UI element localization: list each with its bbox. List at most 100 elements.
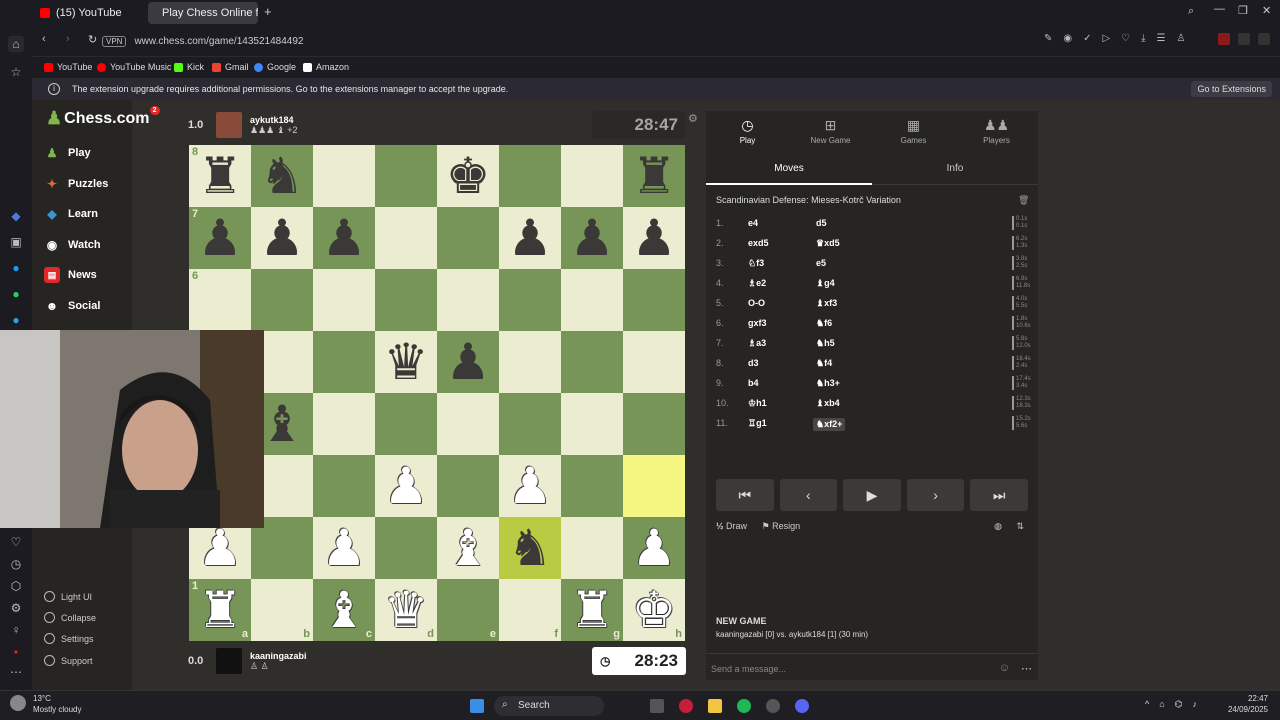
square-g6[interactable] [561,269,623,331]
bookmark-kick[interactable]: Kick [174,62,204,72]
maximize-icon[interactable]: ❐ [1238,4,1248,17]
bookmark-youtube-music[interactable]: YouTube Music [97,62,171,72]
file-explorer-icon[interactable] [708,699,722,713]
extension-icon[interactable] [1218,33,1230,45]
go-to-extensions-button[interactable]: Go to Extensions [1191,81,1272,97]
chat-placeholder[interactable]: Send a message... [711,664,786,674]
square-d3[interactable]: ♟ [375,455,437,517]
black-rook-icon[interactable]: ♜ [632,151,677,201]
square-g7[interactable]: ♟ [561,207,623,269]
black-move[interactable]: ♞xf2+ [813,418,846,431]
task-view-icon[interactable] [650,699,664,713]
settings-link[interactable]: Settings [44,633,94,644]
black-move[interactable]: ♝xf3 [816,298,837,309]
support-link[interactable]: Support [44,655,93,666]
tab-games[interactable]: ▦ Games [872,117,955,145]
black-move[interactable]: ♝xb4 [816,398,840,409]
square-f4[interactable] [499,393,561,455]
analysis-icon[interactable]: ◍ [994,521,1002,532]
square-h1[interactable]: h ♚ [623,579,685,641]
play-button[interactable]: ▶ [843,479,901,511]
start-icon[interactable] [470,699,484,713]
settings-gear-icon[interactable]: ⚙ [688,112,698,125]
messenger-icon[interactable]: ● [8,260,24,276]
nav-social[interactable]: ☻ Social [44,298,101,314]
square-b8[interactable]: ♞ [251,145,313,207]
square-g1[interactable]: g ♜ [561,579,623,641]
black-move[interactable]: ♞f4 [816,358,832,369]
square-f2[interactable]: ♞ [499,517,561,579]
square-h2[interactable]: ♟ [623,517,685,579]
vpn-badge[interactable]: VPN [102,35,127,47]
bookmark-google[interactable]: Google [254,62,296,72]
white-move[interactable]: b4 [748,378,759,388]
weather-temp[interactable]: 13°C [33,694,51,703]
square-g8[interactable] [561,145,623,207]
app-icon[interactable] [766,699,780,713]
black-move[interactable]: ♞h5 [816,338,835,349]
white-rook-icon[interactable]: ♜ [198,585,243,635]
search-box[interactable]: ⌕ Search [494,696,604,716]
square-c1[interactable]: c ♝ [313,579,375,641]
white-move[interactable]: ♖g1 [748,418,767,429]
player-name[interactable]: aykutk184 [250,115,298,125]
new-tab-icon[interactable]: + [264,4,272,19]
square-d5[interactable]: ♛ [375,331,437,393]
more-options-icon[interactable]: ⋯ [1021,662,1032,675]
black-pawn-icon[interactable]: ♟ [446,337,491,387]
back-icon[interactable]: ‹ [42,33,46,45]
black-king-icon[interactable]: ♚ [446,151,491,201]
square-d6[interactable] [375,269,437,331]
square-g4[interactable] [561,393,623,455]
square-g3[interactable] [561,455,623,517]
white-king-icon[interactable]: ♚ [632,585,677,635]
avatar[interactable] [216,112,242,138]
white-move[interactable]: ♘f3 [748,258,764,269]
url-field[interactable]: VPN www.chess.com/game/143521484492 [102,32,1202,50]
black-move[interactable]: ♝g4 [816,278,835,289]
avatar[interactable] [216,648,242,674]
system-tray-icons[interactable]: ^⌂⌬♪ [1145,699,1207,710]
nav-puzzles[interactable]: ✦ Puzzles [44,176,108,192]
whatsapp-icon[interactable]: ● [8,286,24,302]
clock-date[interactable]: 24/09/2025 [1214,705,1268,714]
black-pawn-icon[interactable]: ♟ [508,213,553,263]
spotify-icon[interactable] [737,699,751,713]
white-move[interactable]: ♗e2 [748,278,766,289]
forward-icon[interactable]: › [66,33,70,45]
square-c6[interactable] [313,269,375,331]
square-a7[interactable]: 7 ♟ [189,207,251,269]
square-d7[interactable] [375,207,437,269]
square-e2[interactable]: ♝ [437,517,499,579]
first-move-button[interactable]: ⏮ [716,479,774,511]
black-pawn-icon[interactable]: ♟ [322,213,367,263]
black-move[interactable]: ♛xd5 [816,238,840,249]
black-knight-icon[interactable]: ♞ [260,151,305,201]
minimize-icon[interactable]: — [1214,3,1225,15]
square-f7[interactable]: ♟ [499,207,561,269]
square-c7[interactable]: ♟ [313,207,375,269]
square-h6[interactable] [623,269,685,331]
tab-info[interactable]: Info [872,163,1038,174]
square-c2[interactable]: ♟ [313,517,375,579]
square-h8[interactable]: ♜ [623,145,685,207]
white-pawn-icon[interactable]: ♟ [198,523,243,573]
white-bishop-icon[interactable]: ♝ [322,585,367,635]
settings-icon[interactable]: ⚙ [8,600,24,616]
square-b6[interactable] [251,269,313,331]
resign-button[interactable]: ⚑ Resign [762,521,801,531]
square-h4[interactable] [623,393,685,455]
square-a8[interactable]: 8 ♜ [189,145,251,207]
clock-time[interactable]: 22:47 [1224,694,1268,703]
white-move[interactable]: gxf3 [748,318,767,328]
square-a1[interactable]: 1 a ♜ [189,579,251,641]
star-icon[interactable]: ☆ [8,64,24,80]
square-e6[interactable] [437,269,499,331]
opening-name[interactable]: Scandinavian Defense: Mieses-Kotrč Varia… [716,195,901,205]
square-f8[interactable] [499,145,561,207]
tab-chess[interactable]: Play Chess Online for FREE [148,2,258,24]
black-move[interactable]: ♞f6 [816,318,832,329]
shopping-icon[interactable]: ▣ [8,234,24,250]
square-f5[interactable] [499,331,561,393]
chesscom-logo[interactable]: ♟ Chess.com 2 [46,106,160,129]
